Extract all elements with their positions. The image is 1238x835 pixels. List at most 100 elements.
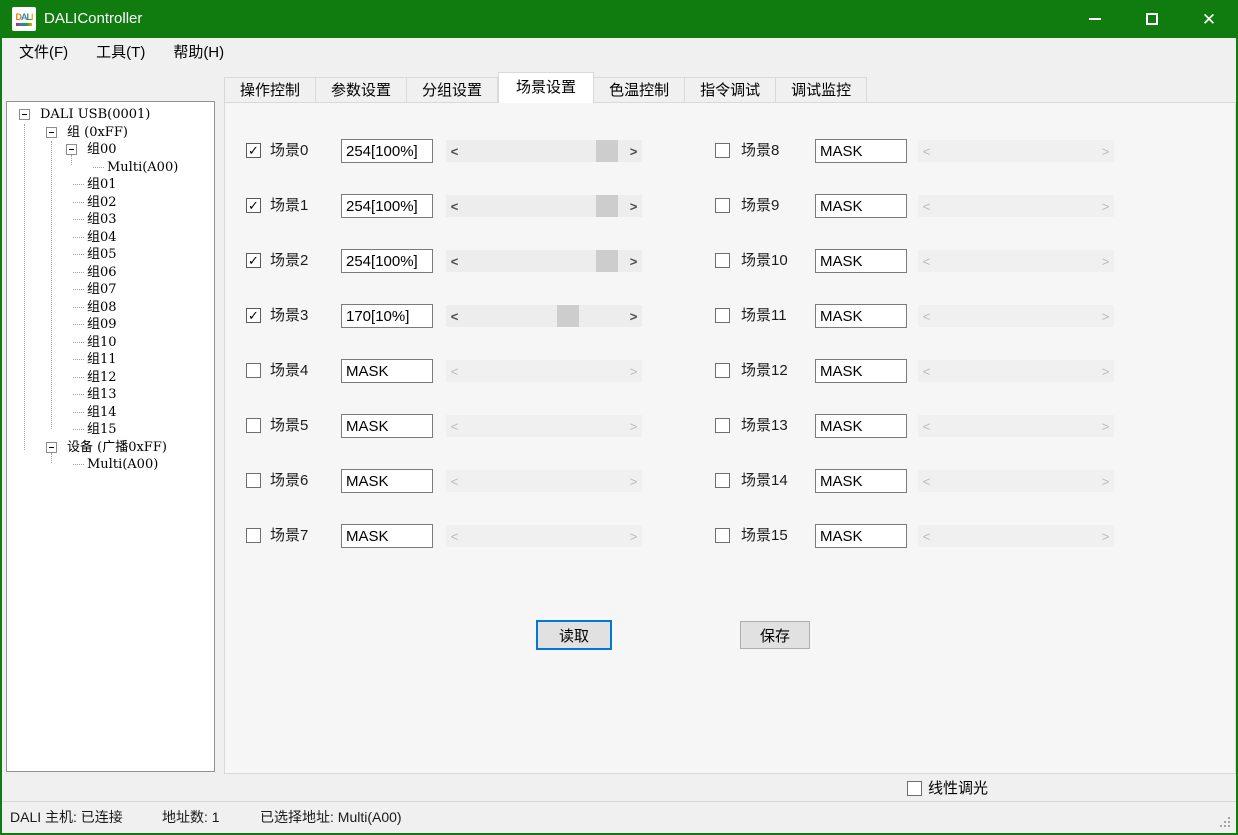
linear-dimming-checkbox[interactable] <box>907 781 922 796</box>
tree-item[interactable]: 组12 <box>87 369 117 386</box>
tree-guide-line <box>24 124 25 451</box>
tree-item[interactable]: Multi(A00) <box>87 456 158 473</box>
tab-5[interactable]: 指令调试 <box>685 77 776 103</box>
scene-label: 场景7 <box>270 524 308 548</box>
scene-value-input[interactable] <box>815 249 907 273</box>
menu-help[interactable]: 帮助(H) <box>159 38 238 68</box>
scene-level-scrollbar[interactable]: <> <box>446 305 642 327</box>
scene-value-input[interactable] <box>815 469 907 493</box>
scrollbar-left-arrow-icon[interactable]: < <box>446 250 463 272</box>
scene-value-input[interactable] <box>341 469 433 493</box>
scrollbar-thumb[interactable] <box>596 250 618 272</box>
tree-item[interactable]: 设备 (广播0xFF) <box>67 439 167 456</box>
scene-checkbox[interactable] <box>246 473 261 488</box>
scene-checkbox[interactable] <box>246 363 261 378</box>
scene-value-input[interactable] <box>341 304 433 328</box>
scene-value-input[interactable] <box>815 359 907 383</box>
scrollbar-thumb[interactable] <box>557 305 579 327</box>
minimize-button[interactable] <box>1080 0 1110 38</box>
tree-item[interactable]: 组15 <box>87 421 117 438</box>
scrollbar-left-arrow-icon[interactable]: < <box>446 140 463 162</box>
resize-grip[interactable] <box>1220 817 1230 827</box>
scene-value-input[interactable] <box>815 139 907 163</box>
tree-item[interactable]: 组13 <box>87 386 117 403</box>
tree-item[interactable]: 组 (0xFF) <box>67 124 128 141</box>
scene-value-input[interactable] <box>815 414 907 438</box>
menu-tools[interactable]: 工具(T) <box>82 38 159 68</box>
tree-expander-icon[interactable] <box>46 442 57 453</box>
scene-checkbox[interactable] <box>715 363 730 378</box>
tree-item[interactable]: 组10 <box>87 334 117 351</box>
scrollbar-right-arrow-icon: > <box>1097 360 1114 382</box>
scene-checkbox[interactable] <box>715 528 730 543</box>
scrollbar-thumb[interactable] <box>596 195 618 217</box>
scene-value-input[interactable] <box>815 304 907 328</box>
scene-checkbox[interactable] <box>715 198 730 213</box>
scrollbar-thumb[interactable] <box>596 140 618 162</box>
scrollbar-right-arrow-icon[interactable]: > <box>625 140 642 162</box>
tree-item[interactable]: 组06 <box>87 264 117 281</box>
tree-item[interactable]: Multi(A00) <box>107 159 178 176</box>
statusbar: DALI 主机: 已连接 地址数: 1 已选择地址: Multi(A00) <box>2 801 1236 833</box>
tree-item[interactable]: 组11 <box>87 351 117 368</box>
tree-item[interactable]: 组01 <box>87 176 117 193</box>
scene-value-input[interactable] <box>341 139 433 163</box>
save-button[interactable]: 保存 <box>740 621 810 649</box>
tree-item[interactable]: 组02 <box>87 194 117 211</box>
tree-item[interactable]: 组14 <box>87 404 117 421</box>
scene-checkbox[interactable] <box>715 308 730 323</box>
tab-4[interactable]: 色温控制 <box>594 77 685 103</box>
menu-file[interactable]: 文件(F) <box>5 38 82 68</box>
scene-checkbox[interactable]: ✓ <box>246 308 261 323</box>
scene-level-scrollbar[interactable]: <> <box>446 195 642 217</box>
maximize-button[interactable] <box>1137 0 1167 38</box>
tab-0[interactable]: 操作控制 <box>224 77 316 103</box>
scene-value-input[interactable] <box>815 524 907 548</box>
scene-value-input[interactable] <box>341 524 433 548</box>
tree-item[interactable]: 组00 <box>87 141 117 158</box>
scene-value-input[interactable] <box>815 194 907 218</box>
tab-3[interactable]: 场景设置 <box>498 72 594 103</box>
tree-expander-icon[interactable] <box>66 144 77 155</box>
scene-value-input[interactable] <box>341 414 433 438</box>
scene-value-input[interactable] <box>341 249 433 273</box>
tree-guide-stub <box>73 202 84 203</box>
tree-expander-icon[interactable] <box>19 109 30 120</box>
scene-label: 场景5 <box>270 414 308 438</box>
scene-checkbox[interactable] <box>246 418 261 433</box>
tree-item[interactable]: 组08 <box>87 299 117 316</box>
tab-1[interactable]: 参数设置 <box>316 77 407 103</box>
scene-checkbox[interactable] <box>715 418 730 433</box>
tree-expander-icon[interactable] <box>46 127 57 138</box>
tab-2[interactable]: 分组设置 <box>407 77 498 103</box>
tree-item[interactable]: 组07 <box>87 281 117 298</box>
scrollbar-right-arrow-icon[interactable]: > <box>625 195 642 217</box>
scene-checkbox[interactable] <box>715 253 730 268</box>
scrollbar-left-arrow-icon[interactable]: < <box>446 305 463 327</box>
scene-checkbox[interactable]: ✓ <box>246 198 261 213</box>
scene-value-input[interactable] <box>341 194 433 218</box>
status-host: DALI 主机: 已连接 <box>10 802 123 832</box>
app-icon: DALI <box>12 7 36 31</box>
tree-item[interactable]: 组05 <box>87 246 117 263</box>
scene-checkbox[interactable] <box>715 143 730 158</box>
tree-item[interactable]: DALI USB(0001) <box>40 106 150 123</box>
scene-checkbox[interactable] <box>246 528 261 543</box>
scene-level-scrollbar[interactable]: <> <box>446 250 642 272</box>
tree-item[interactable]: 组04 <box>87 229 117 246</box>
scene-checkbox[interactable]: ✓ <box>246 253 261 268</box>
scene-checkbox[interactable] <box>715 473 730 488</box>
scene-value-input[interactable] <box>341 359 433 383</box>
scrollbar-left-arrow-icon[interactable]: < <box>446 195 463 217</box>
scrollbar-right-arrow-icon[interactable]: > <box>625 250 642 272</box>
close-button[interactable]: ✕ <box>1194 0 1224 38</box>
scene-checkbox[interactable]: ✓ <box>246 143 261 158</box>
tree-item[interactable]: 组03 <box>87 211 117 228</box>
scrollbar-right-arrow-icon[interactable]: > <box>625 305 642 327</box>
tree-guide-line <box>51 141 52 429</box>
read-button[interactable]: 读取 <box>536 620 612 650</box>
scene-level-scrollbar[interactable]: <> <box>446 140 642 162</box>
scene-row: ✓场景1<> <box>246 194 666 218</box>
tree-item[interactable]: 组09 <box>87 316 117 333</box>
tab-6[interactable]: 调试监控 <box>776 77 867 103</box>
